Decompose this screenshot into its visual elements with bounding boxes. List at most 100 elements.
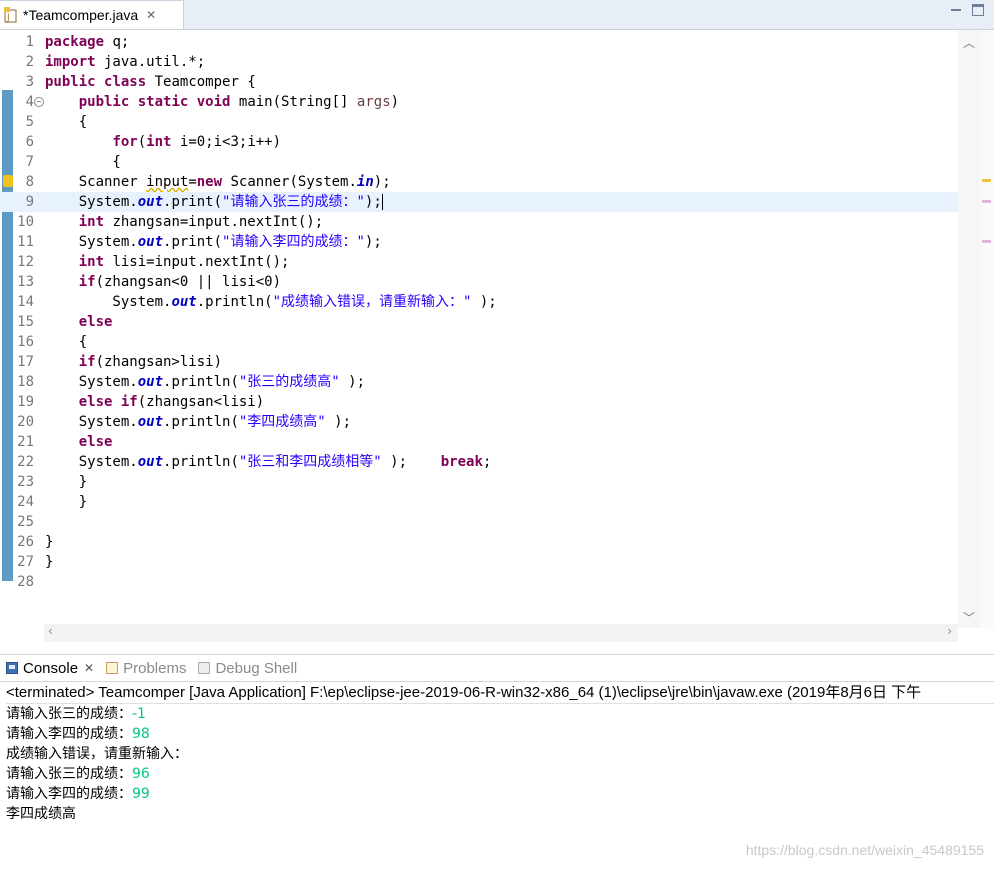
code-line[interactable]: 7 {	[0, 152, 958, 172]
code-line[interactable]: 27}	[0, 552, 958, 572]
line-number: 1	[25, 34, 34, 50]
code-line[interactable]: 24 }	[0, 492, 958, 512]
line-number: 7	[25, 154, 34, 170]
tab-problems-label: Problems	[123, 659, 187, 677]
line-number: 13	[17, 274, 34, 290]
code-line[interactable]: 12 int lisi=input.nextInt();	[0, 252, 958, 272]
line-number: 19	[17, 394, 34, 410]
console-icon	[6, 662, 18, 674]
code-text: System.out.println("张三的成绩高" );	[45, 374, 366, 390]
occurrence-marker[interactable]	[982, 200, 991, 203]
code-text: else	[78, 434, 113, 450]
code-line[interactable]: 13 if(zhangsan<0 || lisi<0)	[0, 272, 958, 292]
line-number: 24	[17, 494, 34, 510]
minimize-icon[interactable]	[950, 4, 962, 16]
horizontal-scrollbar[interactable]: ‹ ›	[44, 624, 958, 642]
code-line[interactable]: 3 public class Teamcomper {	[0, 72, 958, 92]
code-line[interactable]: 5 {	[0, 112, 958, 132]
code-text: else	[78, 314, 113, 330]
line-number: 8	[25, 174, 34, 190]
svg-text:J: J	[6, 13, 10, 23]
console-line: 请输入张三的成绩：96	[6, 766, 150, 782]
code-line[interactable]: 25	[0, 512, 958, 532]
close-icon[interactable]: ✕	[146, 8, 156, 22]
console-line: 成绩输入错误，请重新输入：	[6, 746, 188, 762]
code-text: public static void main(String[] args)	[78, 94, 400, 110]
line-number: 11	[17, 234, 34, 250]
line-number: 5	[25, 114, 34, 130]
scroll-right-icon[interactable]: ›	[947, 624, 952, 638]
code-line[interactable]: 1 package q;	[0, 32, 958, 52]
code-line[interactable]: 14 System.out.println("成绩输入错误，请重新输入：" );	[0, 292, 958, 312]
code-text: if(zhangsan<0 || lisi<0)	[78, 274, 282, 290]
line-number: 17	[17, 354, 34, 370]
code-line[interactable]: 2 import java.util.*;	[0, 52, 958, 72]
code-text: System.out.print("请输入张三的成绩：");	[45, 194, 383, 210]
code-line[interactable]: 10 int zhangsan=input.nextInt();	[0, 212, 958, 232]
scroll-left-icon[interactable]: ‹	[48, 624, 53, 638]
tab-teamcomper-java[interactable]: J *Teamcomper.java ✕	[0, 0, 184, 29]
overview-ruler[interactable]	[980, 30, 994, 628]
close-icon[interactable]: ✕	[84, 661, 94, 675]
code-text: System.out.print("请输入李四的成绩：");	[45, 234, 382, 250]
code-line[interactable]: 20 System.out.println("李四成绩高" );	[0, 412, 958, 432]
tab-title: *Teamcomper.java	[23, 7, 139, 23]
code-line[interactable]: 17 if(zhangsan>lisi)	[0, 352, 958, 372]
code-text: System.out.println("李四成绩高" );	[45, 414, 352, 430]
code-line[interactable]: 9 System.out.print("请输入张三的成绩：");	[0, 192, 958, 212]
text-caret	[381, 194, 383, 210]
code-line[interactable]: 16 {	[0, 332, 958, 352]
line-number: 3	[25, 74, 34, 90]
code-line[interactable]: 21 else	[0, 432, 958, 452]
code-text: if(zhangsan>lisi)	[78, 354, 223, 370]
code-line[interactable]: 19 else if(zhangsan<lisi)	[0, 392, 958, 412]
tab-debug-shell[interactable]: Debug Shell	[192, 655, 303, 681]
code-line[interactable]: 8 Scanner input=new Scanner(System.in);	[0, 172, 958, 192]
occurrence-marker[interactable]	[982, 240, 991, 243]
line-number: 6	[25, 134, 34, 150]
line-number: 18	[17, 374, 34, 390]
warning-marker[interactable]	[982, 179, 991, 182]
code-line[interactable]: 18 System.out.println("张三的成绩高" );	[0, 372, 958, 392]
line-number: 25	[17, 514, 34, 530]
tab-console[interactable]: Console ✕	[0, 655, 101, 681]
console-line: 请输入李四的成绩：99	[6, 786, 150, 802]
line-number: 28	[17, 574, 34, 590]
console-line: 李四成绩高	[6, 806, 76, 822]
line-number: 4	[25, 94, 34, 110]
line-number: 21	[17, 434, 34, 450]
line-number: 2	[25, 54, 34, 70]
console-user-input: 98	[132, 726, 150, 742]
code-text: }	[45, 474, 88, 490]
console-line: 请输入张三的成绩：-1	[6, 706, 146, 722]
code-line[interactable]: 23 }	[0, 472, 958, 492]
console-status-line: <terminated> Teamcomper [Java Applicatio…	[6, 683, 994, 704]
code-line[interactable]: 6 for(int i=0;i<3;i++)	[0, 132, 958, 152]
code-line[interactable]: 4− public static void main(String[] args…	[0, 92, 958, 112]
scroll-down-icon[interactable]: ﹀	[963, 609, 975, 626]
code-line[interactable]: 28	[0, 572, 958, 592]
console-user-input: 96	[132, 766, 150, 782]
editor-window-controls	[950, 4, 984, 16]
code-text: }	[45, 554, 54, 570]
code-line[interactable]: 15 else	[0, 312, 958, 332]
vertical-scrollbar[interactable]: ︿ ﹀	[958, 30, 980, 628]
code-text: else if(zhangsan<lisi)	[78, 394, 265, 410]
code-editor[interactable]: 1 package q; 2 import java.util.*; 3 public c…	[0, 30, 994, 644]
watermark: https://blog.csdn.net/weixin_45489155	[745, 842, 984, 858]
code-text: import java.util.*;	[45, 54, 206, 70]
maximize-icon[interactable]	[972, 4, 984, 16]
code-text: for(int i=0;i<3;i++)	[112, 134, 282, 150]
tab-problems[interactable]: Problems	[100, 655, 192, 681]
line-number: 12	[17, 254, 34, 270]
code-line[interactable]: 26}	[0, 532, 958, 552]
scroll-up-icon[interactable]: ︿	[963, 34, 975, 51]
code-text: System.out.println("成绩输入错误，请重新输入：" );	[45, 294, 497, 310]
code-text: System.out.println("张三和李四成绩相等" ); break;	[45, 454, 492, 470]
code-text: int zhangsan=input.nextInt();	[78, 214, 324, 230]
console-user-input: 99	[132, 786, 150, 802]
code-line[interactable]: 22 System.out.println("张三和李四成绩相等" ); bre…	[0, 452, 958, 472]
code-line[interactable]: 11 System.out.print("请输入李四的成绩：");	[0, 232, 958, 252]
warning-icon[interactable]	[3, 175, 13, 187]
fold-toggle-icon[interactable]: −	[34, 97, 44, 107]
